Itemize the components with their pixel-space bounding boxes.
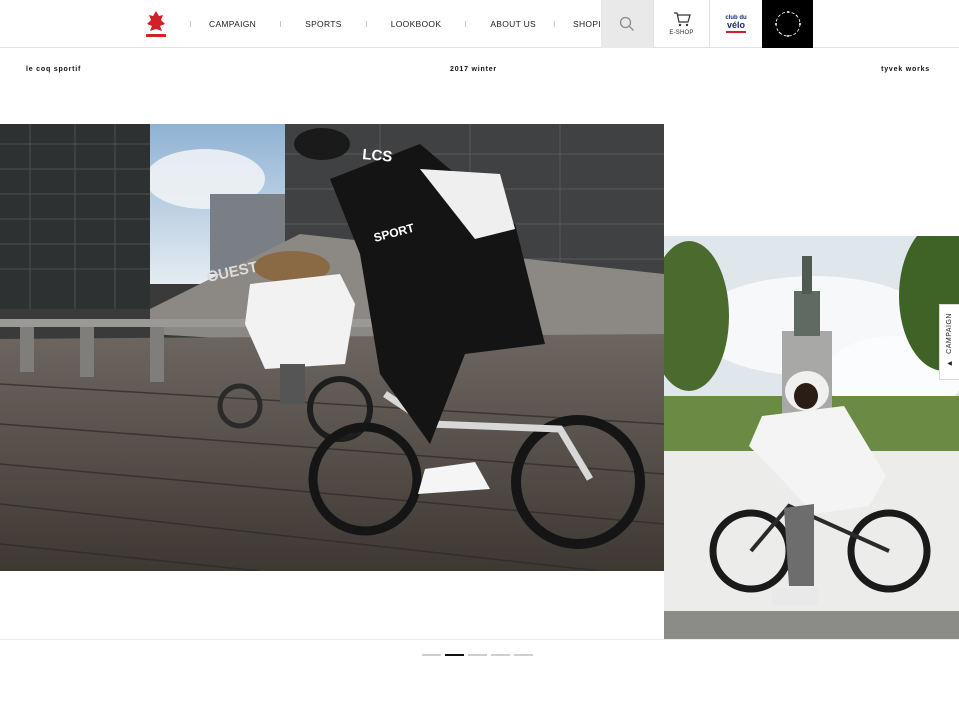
brand-label: le coq sportif xyxy=(26,66,82,73)
nav-about-us[interactable]: ABOUT US xyxy=(490,19,536,29)
club-du-velo-button[interactable]: club du vélo xyxy=(709,0,762,48)
pager-dot-2-active[interactable] xyxy=(445,654,464,656)
campaign-photo-place-de-la-republique xyxy=(664,236,959,639)
jacket-lcs-print: LCS xyxy=(362,146,393,166)
eshop-button[interactable]: E-SHOP xyxy=(653,0,709,48)
nav-divider xyxy=(465,21,467,27)
campaign-tab-label: CAMPAIGN xyxy=(946,313,953,354)
pager-dot-4[interactable] xyxy=(491,654,510,656)
arrow-left-icon: ◀ xyxy=(947,360,952,367)
svg-text:vélo: vélo xyxy=(727,20,746,30)
search-button[interactable] xyxy=(601,0,653,48)
collection-label[interactable]: tyvek works xyxy=(881,66,930,73)
nav-sports[interactable]: SPORTS xyxy=(305,19,342,29)
divider xyxy=(0,639,959,640)
slide-pager xyxy=(422,654,533,656)
eshop-label: E-SHOP xyxy=(669,30,694,36)
nav-campaign[interactable]: CAMPAIGN xyxy=(209,19,256,29)
le-coq-sportif-logo[interactable] xyxy=(140,8,172,40)
campaign-photo-bmx-riders: OUEST LCS SPORT xyxy=(0,124,664,571)
nav-lookbook[interactable]: LOOKBOOK xyxy=(391,19,442,29)
pager-dot-1[interactable] xyxy=(422,654,441,656)
cart-icon xyxy=(673,12,691,27)
nav-divider xyxy=(190,21,191,27)
main-nav: CAMPAIGN SPORTS LOOKBOOK ABOUT US SHOPIN… xyxy=(190,0,644,48)
nav-divider xyxy=(280,21,282,27)
nav-divider xyxy=(554,21,556,27)
club-du-velo-logo: club du vélo xyxy=(725,15,747,33)
campaign-subbar: le coq sportif 2017 winter tyvek works xyxy=(0,66,959,76)
season-label: 2017 winter xyxy=(450,66,497,73)
search-icon xyxy=(619,16,634,31)
campaign-side-tab[interactable]: CAMPAIGN ◀ xyxy=(939,304,959,380)
nav-divider xyxy=(365,21,367,27)
site-header: CAMPAIGN SPORTS LOOKBOOK ABOUT US SHOPIN… xyxy=(0,0,959,48)
pager-dot-5[interactable] xyxy=(514,654,533,656)
menu-circle-button[interactable] xyxy=(762,0,813,48)
dotted-circle-icon xyxy=(774,11,801,37)
pager-dot-3[interactable] xyxy=(468,654,487,656)
